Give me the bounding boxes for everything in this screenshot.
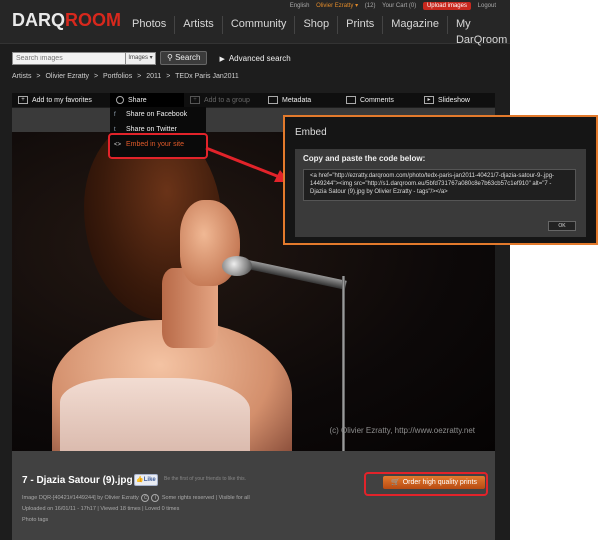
embed-dialog: Embed Copy and paste the code below: <a … [283, 115, 598, 245]
nav-magazine[interactable]: Magazine [382, 16, 447, 34]
facebook-icon: f [114, 112, 116, 118]
darqroom-page: DARQROOM English Olivier Ezratty ▾ (12) … [0, 0, 510, 540]
share-facebook-item[interactable]: f Share on Facebook [110, 107, 206, 122]
thumbs-up-icon: 👍 [136, 477, 144, 483]
metadata-button[interactable]: Metadata [262, 93, 340, 107]
photo-toolbar: + Add to my favorites Share + Add to a gro… [12, 93, 495, 107]
breadcrumb-portfolio[interactable]: TEDx Paris Jan2011 [175, 73, 239, 80]
plus-icon: + [18, 96, 28, 104]
photo-title: 7 - Djazia Satour (9).jpg [22, 475, 133, 486]
search-button[interactable]: ⚲ Search [160, 51, 208, 65]
embed-highlight-box [108, 133, 208, 159]
breadcrumb: Artists > Olivier Ezratty > Portfolios >… [12, 73, 242, 80]
nav-photos[interactable]: Photos [124, 16, 174, 34]
photo-tags[interactable]: Photo tags [22, 517, 48, 523]
microphone-stand [342, 276, 345, 451]
breadcrumb-separator: > [137, 73, 142, 80]
breadcrumb-artist[interactable]: Olivier Ezratty [45, 73, 89, 80]
embed-dialog-body: Copy and paste the code below: <a href="… [295, 149, 586, 237]
cart-link[interactable]: Your Cart (0) [382, 3, 416, 9]
breadcrumb-separator: > [93, 73, 99, 80]
upload-meta-line: Uploaded on 16/01/11 - 17h17 | Viewed 18… [22, 506, 180, 512]
comments-button[interactable]: Comments [340, 93, 418, 107]
microphone-arm [247, 260, 347, 290]
advanced-search-link[interactable]: ▶ Advanced search [219, 54, 290, 63]
microphone [222, 256, 252, 276]
breadcrumb-year[interactable]: 2011 [146, 73, 161, 80]
add-to-group-button[interactable]: + Add to a group [184, 93, 262, 107]
breadcrumb-separator: > [166, 73, 171, 80]
slideshow-icon: ▸ [424, 96, 434, 104]
breadcrumb-artists[interactable]: Artists [12, 73, 31, 80]
add-favorites-button[interactable]: + Add to my favorites [12, 93, 110, 107]
image-meta-line: Image DQR-[40421#1449244] by Olivier Ezr… [22, 494, 250, 502]
share-button[interactable]: Share [110, 93, 184, 107]
nav-my-darqroom[interactable]: My DarQroom [446, 16, 515, 46]
slideshow-button[interactable]: ▸ Slideshow [418, 93, 476, 107]
plus-icon: + [190, 96, 200, 104]
ok-button[interactable]: OK [548, 221, 576, 231]
embed-code-field[interactable]: <a href="http://ezratty.darqroom.com/pho… [303, 169, 576, 201]
singer-top [60, 378, 250, 451]
nav-community[interactable]: Community [221, 16, 295, 34]
share-icon [116, 96, 124, 104]
darqroom-logo[interactable]: DARQROOM [12, 10, 121, 31]
nav-prints[interactable]: Prints [337, 16, 382, 34]
messages-link[interactable]: (12) [365, 3, 376, 9]
search-icon: ⚲ [167, 53, 176, 62]
photo-copyright: (c) Olivier Ezratty, http://www.oezratty… [329, 426, 475, 435]
search-scope-select[interactable]: Images ▾ [126, 51, 156, 65]
user-menu[interactable]: Olivier Ezratty ▾ [316, 3, 358, 9]
order-highlight-box [364, 472, 488, 496]
logout-link[interactable]: Logout [478, 3, 496, 9]
embed-dialog-title: Embed [295, 127, 327, 138]
like-text: Be the first of your friends to like thi… [164, 476, 246, 482]
creative-commons-icon: c [141, 494, 150, 502]
main-nav: Photos Artists Community Shop Prints Mag… [124, 16, 515, 46]
nav-shop[interactable]: Shop [294, 16, 337, 34]
search-input[interactable] [12, 51, 126, 65]
english-link[interactable]: English [290, 3, 310, 9]
embed-instructions: Copy and paste the code below: [303, 154, 426, 163]
facebook-like-button[interactable]: 👍Like [134, 474, 158, 486]
cc-attribution-icon: i [151, 494, 160, 502]
metadata-icon [268, 96, 278, 104]
triangle-right-icon: ▶ [219, 55, 225, 63]
search-bar: Images ▾ ⚲ Search ▶Advanced search [12, 51, 291, 65]
utility-links: English Olivier Ezratty ▾ (12) Your Cart… [285, 2, 496, 10]
nav-artists[interactable]: Artists [174, 16, 222, 34]
comment-icon [346, 96, 356, 104]
breadcrumb-portfolios[interactable]: Portfolios [103, 73, 132, 80]
breadcrumb-separator: > [36, 73, 41, 80]
top-bar: DARQROOM English Olivier Ezratty ▾ (12) … [0, 0, 510, 46]
upload-images-button[interactable]: Upload images [422, 2, 471, 10]
